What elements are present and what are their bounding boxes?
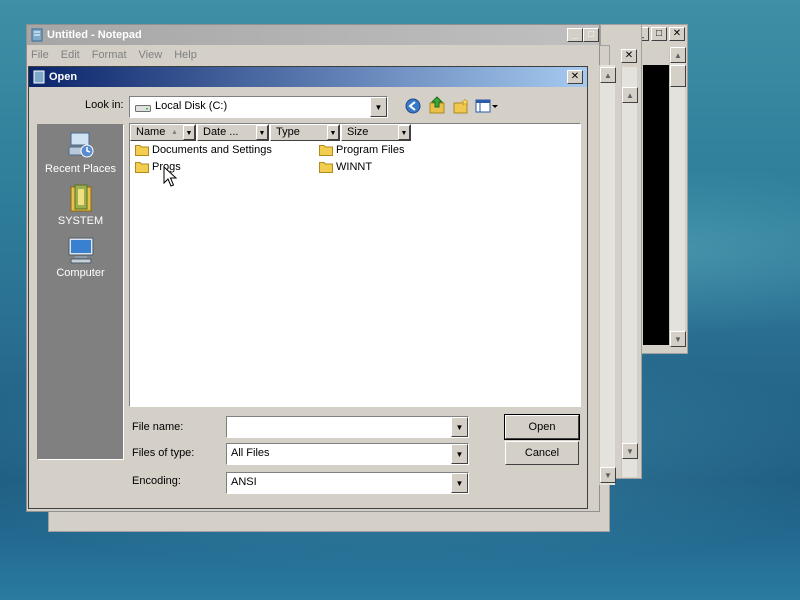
files-of-type-value: All Files <box>231 447 270 459</box>
close-button[interactable]: ✕ <box>621 49 637 63</box>
files-of-type-label: Files of type: <box>132 447 195 459</box>
vertical-scrollbar[interactable]: ▲ ▼ <box>599 65 616 485</box>
chevron-down-icon[interactable]: ▼ <box>256 125 268 140</box>
folder-icon <box>135 162 149 173</box>
column-label: Type <box>276 126 300 138</box>
scroll-up-button[interactable]: ▲ <box>600 67 616 83</box>
close-button[interactable]: ✕ <box>567 70 583 84</box>
menu-file[interactable]: File <box>31 49 49 61</box>
maximize-button[interactable]: □ <box>583 28 599 42</box>
scroll-down-button[interactable]: ▼ <box>670 331 686 347</box>
encoding-value: ANSI <box>231 476 257 488</box>
file-name: Documents and Settings <box>152 144 272 156</box>
scroll-up-button[interactable]: ▲ <box>622 87 638 103</box>
up-folder-icon[interactable] <box>429 96 445 114</box>
close-button[interactable]: ✕ <box>669 27 685 41</box>
computer-icon <box>68 237 93 264</box>
column-label: Name <box>136 126 166 138</box>
list-item[interactable]: Program Files <box>319 142 404 158</box>
notepad-titlebar[interactable]: Untitled - Notepad _ □ <box>27 25 599 45</box>
hard-drive-icon <box>135 105 151 112</box>
place-computer[interactable]: Computer <box>38 235 123 279</box>
folder-icon <box>319 145 333 156</box>
maximize-button[interactable]: □ <box>651 27 667 41</box>
places-bar: Recent Places SYSTEM Computer <box>37 124 124 460</box>
open-dialog-titlebar[interactable]: Open ✕ <box>29 67 587 87</box>
dialog-title: Open <box>49 71 78 83</box>
column-header-name[interactable]: Name ▲ ▼ <box>130 124 196 141</box>
chevron-down-icon[interactable]: ▼ <box>451 473 468 493</box>
notepad-icon <box>33 70 45 84</box>
place-label: Recent Places <box>45 163 116 175</box>
chevron-down-icon[interactable]: ▼ <box>370 97 387 117</box>
encoding-label: Encoding: <box>132 475 181 487</box>
cancel-button[interactable]: Cancel <box>505 441 579 465</box>
sort-ascending-icon: ▲ <box>171 129 178 136</box>
look-in-label: Look in: <box>85 99 124 111</box>
chevron-down-icon[interactable]: ▼ <box>398 125 410 140</box>
back-icon[interactable] <box>405 98 421 114</box>
scroll-thumb[interactable] <box>670 65 686 87</box>
look-in-combo[interactable]: Local Disk (C:) ▼ <box>129 96 388 118</box>
look-in-value: Local Disk (C:) <box>155 100 228 112</box>
mouse-cursor-icon <box>163 166 177 187</box>
notepad-title: Untitled - Notepad <box>47 29 142 41</box>
file-name-field[interactable]: ▼ <box>226 416 469 438</box>
files-of-type-select[interactable]: All Files ▼ <box>226 443 469 465</box>
user-folder-icon <box>70 184 91 212</box>
file-name: WINNT <box>336 161 373 173</box>
file-name: Program Files <box>336 144 405 156</box>
vertical-scrollbar[interactable]: ▲ ▼ <box>621 67 638 477</box>
column-header-size[interactable]: Size ▼ <box>341 124 411 141</box>
place-label: SYSTEM <box>57 215 104 227</box>
place-recent-places[interactable]: Recent Places <box>38 131 123 175</box>
chevron-down-icon[interactable]: ▼ <box>451 417 468 437</box>
recent-places-icon <box>68 132 93 158</box>
notepad-icon <box>31 28 43 42</box>
column-label: Date ... <box>203 126 239 138</box>
menu-format[interactable]: Format <box>92 49 127 61</box>
notepad-menubar: File Edit Format View Help <box>27 45 599 65</box>
scroll-up-button[interactable]: ▲ <box>670 47 686 63</box>
vertical-scrollbar[interactable]: ▲ ▼ <box>669 47 686 347</box>
place-label: Computer <box>56 267 105 279</box>
list-item[interactable]: Documents and Settings <box>135 142 272 158</box>
list-item[interactable]: WINNT <box>319 159 372 175</box>
folder-icon <box>319 162 333 173</box>
minimize-button[interactable]: _ <box>567 28 583 42</box>
scroll-down-button[interactable]: ▼ <box>622 443 638 459</box>
encoding-select[interactable]: ANSI ▼ <box>226 472 469 494</box>
chevron-down-icon[interactable]: ▼ <box>327 125 339 140</box>
scroll-down-button[interactable]: ▼ <box>600 467 616 483</box>
menu-help[interactable]: Help <box>174 49 197 61</box>
file-list[interactable]: Name ▲ ▼ Date ... ▼ Type ▼ Size ▼ Docume… <box>129 123 581 407</box>
new-folder-icon[interactable] <box>453 98 469 114</box>
column-header-type[interactable]: Type ▼ <box>270 124 340 141</box>
chevron-down-icon[interactable]: ▼ <box>451 444 468 464</box>
open-dialog[interactable]: Open ✕ Look in: Local Disk (C:) ▼ Recent… <box>28 66 588 509</box>
column-label: Size <box>347 126 369 138</box>
file-name-label: File name: <box>132 421 184 433</box>
open-button[interactable]: Open <box>504 414 580 440</box>
menu-view[interactable]: View <box>139 49 163 61</box>
folder-icon <box>135 145 149 156</box>
chevron-down-icon[interactable]: ▼ <box>183 125 195 140</box>
place-system[interactable]: SYSTEM <box>38 183 123 227</box>
view-menu-icon[interactable] <box>475 98 499 114</box>
menu-edit[interactable]: Edit <box>61 49 80 61</box>
column-header-date[interactable]: Date ... ▼ <box>197 124 269 141</box>
